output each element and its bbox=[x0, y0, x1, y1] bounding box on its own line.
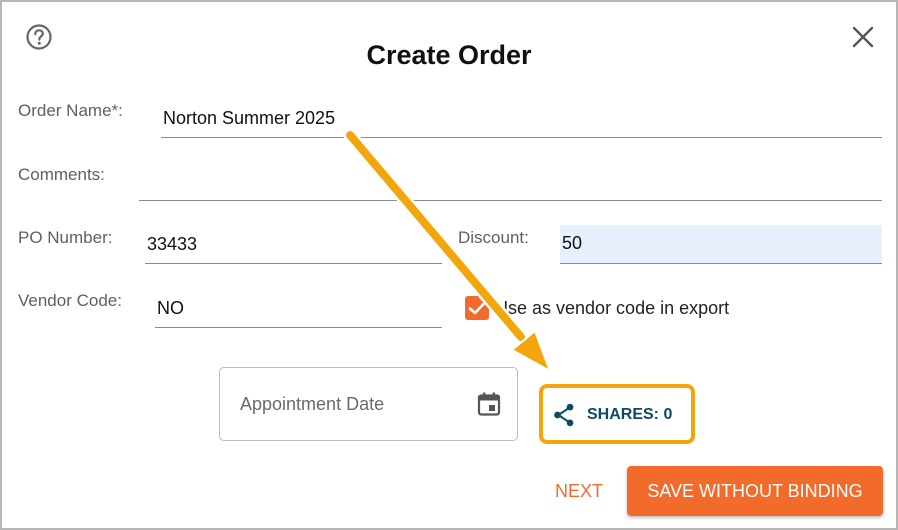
checkmark-icon bbox=[468, 302, 486, 315]
vendor-code-label: Vendor Code: bbox=[18, 291, 122, 310]
use-vendor-code-checkbox[interactable] bbox=[465, 296, 489, 320]
calendar-icon[interactable] bbox=[475, 390, 503, 418]
use-vendor-code-label: Use as vendor code in export bbox=[495, 298, 730, 318]
next-button[interactable]: NEXT bbox=[547, 476, 611, 506]
save-without-binding-button[interactable]: SAVE WITHOUT BINDING bbox=[627, 466, 883, 516]
shares-count-label: SHARES: 0 bbox=[587, 406, 673, 423]
order-name-label: Order Name*: bbox=[18, 101, 123, 120]
discount-label: Discount: bbox=[458, 228, 529, 247]
appointment-date-placeholder: Appointment Date bbox=[240, 394, 385, 414]
vendor-code-field[interactable] bbox=[155, 296, 442, 328]
shares-button[interactable]: SHARES: 0 bbox=[551, 398, 681, 432]
comments-field[interactable] bbox=[139, 168, 882, 201]
po-number-field[interactable] bbox=[145, 232, 442, 264]
appointment-date-field[interactable]: Appointment Date bbox=[219, 367, 518, 441]
order-name-field[interactable] bbox=[161, 106, 882, 138]
create-order-dialog: Create Order Order Name*: Comments: PO N… bbox=[0, 0, 898, 530]
dialog-title: Create Order bbox=[366, 40, 532, 70]
po-number-label: PO Number: bbox=[18, 228, 113, 247]
discount-field[interactable] bbox=[560, 225, 882, 264]
comments-label: Comments: bbox=[18, 165, 105, 184]
share-icon bbox=[554, 403, 574, 427]
